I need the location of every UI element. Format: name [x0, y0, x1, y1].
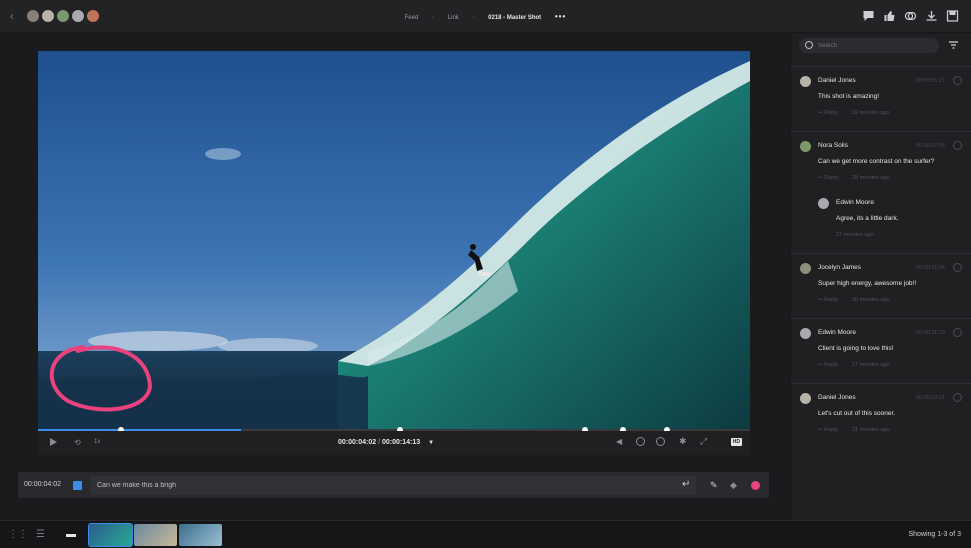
resolve-check-icon[interactable] — [953, 328, 962, 337]
reply-label[interactable]: Reply — [824, 175, 838, 181]
top-actions — [862, 10, 959, 22]
save-icon[interactable] — [946, 10, 959, 22]
comments-sidebar: Daniel Jones 00:00:01:17 This shot is amaz… — [790, 34, 971, 520]
comment-input[interactable] — [91, 476, 696, 495]
comment-icon[interactable] — [862, 10, 875, 22]
thumbs-up-icon[interactable] — [883, 10, 896, 22]
comment-author: Nora Solis — [818, 142, 848, 149]
bottom-bar: ⋮⋮ ☰ ▬ Showing 1-3 of 3 — [0, 520, 971, 548]
player-controls: ⟲ 1x 00:00:04:02 / 00:00:14:13 ▼ ◀ ✱ ⤢ H… — [38, 431, 750, 455]
comment-author: Edwin Moore — [818, 329, 856, 336]
divider — [791, 253, 971, 254]
guides-icon[interactable] — [656, 437, 665, 446]
comment-age: 31 minutes ago — [852, 427, 890, 433]
reply-label[interactable]: Reply — [824, 362, 838, 368]
draw-pencil-icon[interactable]: ✎ — [710, 480, 718, 491]
thumbnail-3[interactable] — [179, 524, 222, 546]
compare-icon[interactable] — [904, 10, 917, 22]
more-options-icon[interactable]: ••• — [555, 12, 566, 21]
divider — [791, 383, 971, 384]
timecode-checkbox[interactable] — [73, 481, 82, 490]
composer-timecode[interactable]: 00:00:04:02 — [24, 481, 61, 488]
comment-text: This shot is amazing! — [818, 93, 880, 100]
top-bar: ‹ Feed › Link › 0218 - Master Shot ••• — [0, 0, 971, 33]
play-icon[interactable] — [50, 438, 57, 446]
time-display: 00:00:04:02 / 00:00:14:13 ▼ — [338, 439, 435, 446]
hd-badge[interactable]: HD — [730, 438, 742, 446]
breadcrumb: Feed › Link › 0218 - Master Shot ••• — [404, 12, 567, 21]
breadcrumb-link[interactable]: Link — [448, 15, 459, 21]
resolve-check-icon[interactable] — [953, 76, 962, 85]
resolve-check-icon[interactable] — [953, 263, 962, 272]
breadcrumb-current: 0218 - Master Shot — [488, 15, 542, 21]
comment-age: 30 minutes ago — [852, 297, 890, 303]
comment-text: Let's cut out of this sooner. — [818, 410, 896, 417]
breadcrumb-feed[interactable]: Feed — [405, 15, 419, 21]
search-box[interactable] — [799, 38, 939, 53]
grid-view-icon[interactable]: ⋮⋮ — [8, 529, 28, 540]
thumbnail-2[interactable] — [134, 524, 177, 546]
avatar — [800, 328, 811, 339]
search-icon — [805, 41, 813, 49]
reply-label[interactable]: Reply — [824, 297, 838, 303]
comment-author: Jocelyn James — [818, 264, 861, 271]
comment-text: Client is going to love this! — [818, 345, 894, 352]
comment-text: Can we get more contrast on the surfer? — [818, 158, 935, 165]
submit-return-icon[interactable]: ↵ — [682, 479, 690, 490]
video-player: ⟲ 1x 00:00:04:02 / 00:00:14:13 ▼ ◀ ✱ ⤢ H… — [0, 34, 789, 518]
reply-link[interactable]: ↪ Reply — [818, 362, 838, 368]
comment-age: 32 minutes ago — [852, 110, 890, 116]
comment-age: 27 minutes ago — [852, 362, 890, 368]
reply-link[interactable]: ↪ Reply — [818, 297, 838, 303]
eraser-icon[interactable]: ◆ — [730, 480, 737, 491]
resolve-check-icon[interactable] — [953, 393, 962, 402]
avatar — [818, 198, 829, 209]
showing-count: Showing 1-3 of 3 — [908, 531, 961, 538]
duration: 00:00:14:13 — [381, 439, 421, 446]
comment-age: 28 minutes ago — [852, 175, 890, 181]
reply-link[interactable]: ↪ Reply — [818, 110, 838, 116]
list-view-icon[interactable]: ☰ — [36, 529, 45, 540]
comment-author: Daniel Jones — [818, 77, 856, 84]
resolve-check-icon[interactable] — [953, 141, 962, 150]
video-frame[interactable] — [38, 51, 750, 431]
volume-icon[interactable]: ◀ — [616, 437, 622, 446]
color-icon[interactable] — [636, 437, 645, 446]
comment-text: Super high energy, awesome job!! — [818, 280, 917, 287]
avatar — [800, 263, 811, 274]
current-time: 00:00:04:02 — [338, 439, 377, 446]
surf-wave-image — [38, 51, 750, 431]
comment-author: Daniel Jones — [818, 394, 856, 401]
reply-link[interactable]: ↪ Reply — [818, 427, 838, 433]
speed-selector[interactable]: 1x — [94, 439, 100, 445]
fullscreen-icon[interactable]: ⤢ — [700, 436, 707, 447]
loop-icon[interactable]: ⟲ — [74, 438, 81, 447]
avatar — [800, 393, 811, 404]
time-format-dropdown-icon[interactable]: ▼ — [428, 440, 434, 446]
filter-icon[interactable] — [949, 41, 958, 49]
avatar — [800, 76, 811, 87]
divider — [791, 131, 971, 132]
comment-timecode[interactable]: 00:00:01:17 — [916, 78, 945, 84]
reply-label[interactable]: Reply — [824, 110, 838, 116]
annotation-color-icon[interactable] — [751, 481, 760, 490]
avatar — [800, 141, 811, 152]
download-icon[interactable] — [925, 10, 938, 22]
comment-composer: 00:00:04:02 ↵ ✎ ◆ — [18, 472, 769, 498]
divider — [791, 318, 971, 319]
comment-timecode[interactable]: 00:00:11:04 — [916, 265, 945, 271]
filmstrip-view-icon[interactable]: ▬ — [66, 529, 76, 540]
search-input[interactable] — [818, 41, 928, 50]
comment-author: Edwin Moore — [836, 199, 874, 206]
reply-link[interactable]: ↪ Reply — [818, 175, 838, 181]
comment-timecode[interactable]: 00:00:12:21 — [916, 395, 945, 401]
divider — [791, 66, 971, 67]
comment-timecode[interactable]: 00:00:07:06 — [916, 143, 945, 149]
reply-label[interactable]: Reply — [824, 427, 838, 433]
comment-timecode[interactable]: 00:00:11:23 — [916, 330, 945, 336]
settings-gear-icon[interactable]: ✱ — [679, 436, 687, 447]
comment-text: Agree, its a little dark. — [836, 215, 899, 222]
thumbnail-1[interactable] — [88, 523, 133, 547]
comment-age: 27 minutes ago — [836, 232, 874, 238]
